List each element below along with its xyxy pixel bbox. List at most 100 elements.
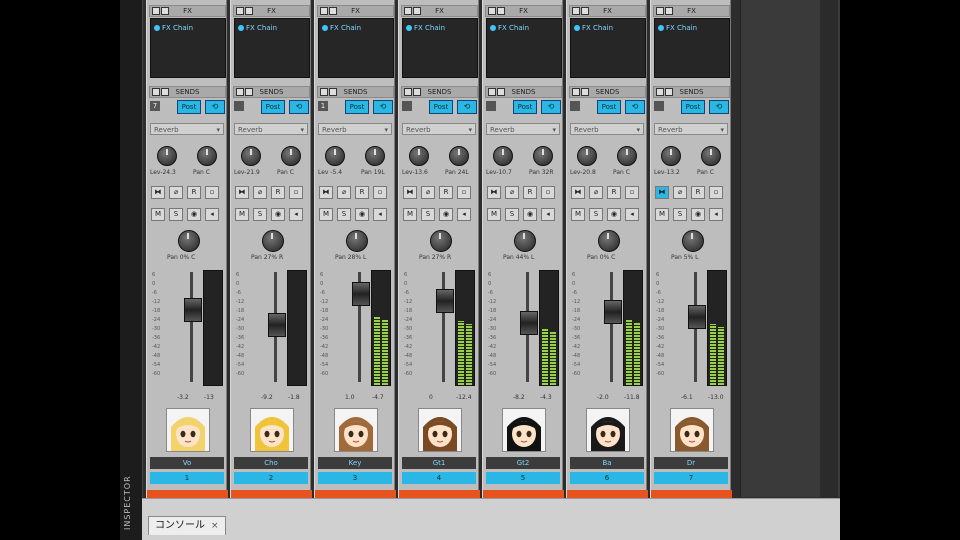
send-number[interactable]: 7	[150, 101, 160, 111]
expand-icon[interactable]	[656, 88, 664, 96]
write-icon[interactable]: ▫	[373, 186, 387, 199]
pan-knob[interactable]	[430, 230, 452, 252]
phase-button[interactable]: ⧓	[235, 186, 249, 199]
track-number[interactable]: 1	[150, 472, 224, 484]
mute-button[interactable]: M	[235, 208, 249, 221]
pan-knob[interactable]	[262, 230, 284, 252]
power-icon[interactable]	[154, 25, 160, 31]
write-icon[interactable]: ▫	[289, 186, 303, 199]
fx-chain-item[interactable]: FX Chain	[154, 23, 220, 33]
fx-chain-item[interactable]: FX Chain	[490, 23, 556, 33]
record-arm-icon[interactable]: ◉	[271, 208, 285, 221]
send-level-knob[interactable]	[241, 146, 261, 166]
peak-readout[interactable]: -1.8	[288, 394, 300, 401]
bypass-icon[interactable]	[161, 88, 169, 96]
fx-chain-item[interactable]: FX Chain	[238, 23, 304, 33]
bypass-icon[interactable]	[329, 7, 337, 15]
monitor-icon[interactable]: ◂	[373, 208, 387, 221]
send-destination-select[interactable]: Reverb ▾	[402, 123, 476, 135]
bypass-icon[interactable]	[413, 88, 421, 96]
bypass-icon[interactable]	[581, 88, 589, 96]
record-arm-icon[interactable]: ◉	[187, 208, 201, 221]
tab-console[interactable]: コンソール ×	[148, 516, 226, 535]
mixer-scrollbar[interactable]	[820, 0, 838, 497]
fader-track[interactable]	[610, 272, 613, 382]
expand-icon[interactable]	[320, 7, 328, 15]
read-button[interactable]: R	[271, 186, 285, 199]
track-name[interactable]: Vo	[150, 457, 224, 469]
bypass-icon[interactable]	[329, 88, 337, 96]
power-icon[interactable]	[574, 25, 580, 31]
fx-section-header[interactable]: FX	[485, 5, 562, 17]
read-button[interactable]: R	[523, 186, 537, 199]
bypass-icon[interactable]	[497, 88, 505, 96]
expand-icon[interactable]	[404, 7, 412, 15]
track-number[interactable]: 2	[234, 472, 308, 484]
read-button[interactable]: R	[355, 186, 369, 199]
fx-section-header[interactable]: FX	[149, 5, 226, 17]
solo-button[interactable]: S	[673, 208, 687, 221]
solo-button[interactable]: S	[253, 208, 267, 221]
post-button[interactable]: Post	[345, 100, 369, 114]
close-icon[interactable]: ×	[211, 521, 219, 531]
volume-fader-handle[interactable]	[604, 300, 622, 325]
cycle-icon[interactable]: ⟲	[373, 100, 393, 114]
read-button[interactable]: R	[691, 186, 705, 199]
read-button[interactable]: R	[439, 186, 453, 199]
pan-knob[interactable]	[346, 230, 368, 252]
pan-knob[interactable]	[178, 230, 200, 252]
bypass-icon[interactable]	[161, 7, 169, 15]
send-level-knob[interactable]	[493, 146, 513, 166]
send-level-knob[interactable]	[577, 146, 597, 166]
send-level-knob[interactable]	[157, 146, 177, 166]
volume-fader-handle[interactable]	[352, 282, 370, 307]
bypass-icon[interactable]	[581, 7, 589, 15]
send-level-knob[interactable]	[325, 146, 345, 166]
expand-icon[interactable]	[488, 88, 496, 96]
fx-chain-item[interactable]: FX Chain	[322, 23, 388, 33]
bypass-icon[interactable]	[413, 7, 421, 15]
monitor-icon[interactable]: ◂	[289, 208, 303, 221]
post-button[interactable]: Post	[597, 100, 621, 114]
mute-button[interactable]: M	[319, 208, 333, 221]
send-destination-select[interactable]: Reverb ▾	[654, 123, 728, 135]
invert-icon[interactable]: ⌀	[337, 186, 351, 199]
pan-knob[interactable]	[682, 230, 704, 252]
volume-fader-handle[interactable]	[184, 297, 202, 322]
write-icon[interactable]: ▫	[457, 186, 471, 199]
volume-fader-handle[interactable]	[436, 289, 454, 314]
expand-icon[interactable]	[320, 88, 328, 96]
power-icon[interactable]	[658, 25, 664, 31]
fx-section-header[interactable]: FX	[401, 5, 478, 17]
send-pan-knob[interactable]	[197, 146, 217, 166]
fx-chain-item[interactable]: FX Chain	[574, 23, 640, 33]
peak-readout[interactable]: -13.0	[708, 394, 724, 401]
peak-readout[interactable]: -4.7	[372, 394, 384, 401]
monitor-icon[interactable]: ◂	[457, 208, 471, 221]
monitor-icon[interactable]: ◂	[625, 208, 639, 221]
fx-chain-item[interactable]: FX Chain	[406, 23, 472, 33]
send-pan-knob[interactable]	[449, 146, 469, 166]
post-button[interactable]: Post	[429, 100, 453, 114]
post-button[interactable]: Post	[513, 100, 537, 114]
record-arm-icon[interactable]: ◉	[355, 208, 369, 221]
fx-section-header[interactable]: FX	[233, 5, 310, 17]
expand-icon[interactable]	[236, 7, 244, 15]
send-level-knob[interactable]	[409, 146, 429, 166]
invert-icon[interactable]: ⌀	[673, 186, 687, 199]
inspector-panel[interactable]: INSPECTOR	[120, 0, 143, 540]
monitor-icon[interactable]: ◂	[205, 208, 219, 221]
peak-readout[interactable]: -4.3	[540, 394, 552, 401]
fx-slot-area[interactable]: FX Chain	[654, 18, 730, 78]
send-destination-select[interactable]: Reverb ▾	[318, 123, 392, 135]
expand-icon[interactable]	[656, 7, 664, 15]
send-level-knob[interactable]	[661, 146, 681, 166]
sends-section-header[interactable]: SENDS	[317, 86, 394, 98]
fx-slot-area[interactable]: FX Chain	[402, 18, 478, 78]
volume-fader-handle[interactable]	[520, 310, 538, 335]
track-name[interactable]: Ba	[570, 457, 644, 469]
record-arm-icon[interactable]: ◉	[691, 208, 705, 221]
sends-section-header[interactable]: SENDS	[149, 86, 226, 98]
track-name[interactable]: Dr	[654, 457, 728, 469]
post-button[interactable]: Post	[177, 100, 201, 114]
